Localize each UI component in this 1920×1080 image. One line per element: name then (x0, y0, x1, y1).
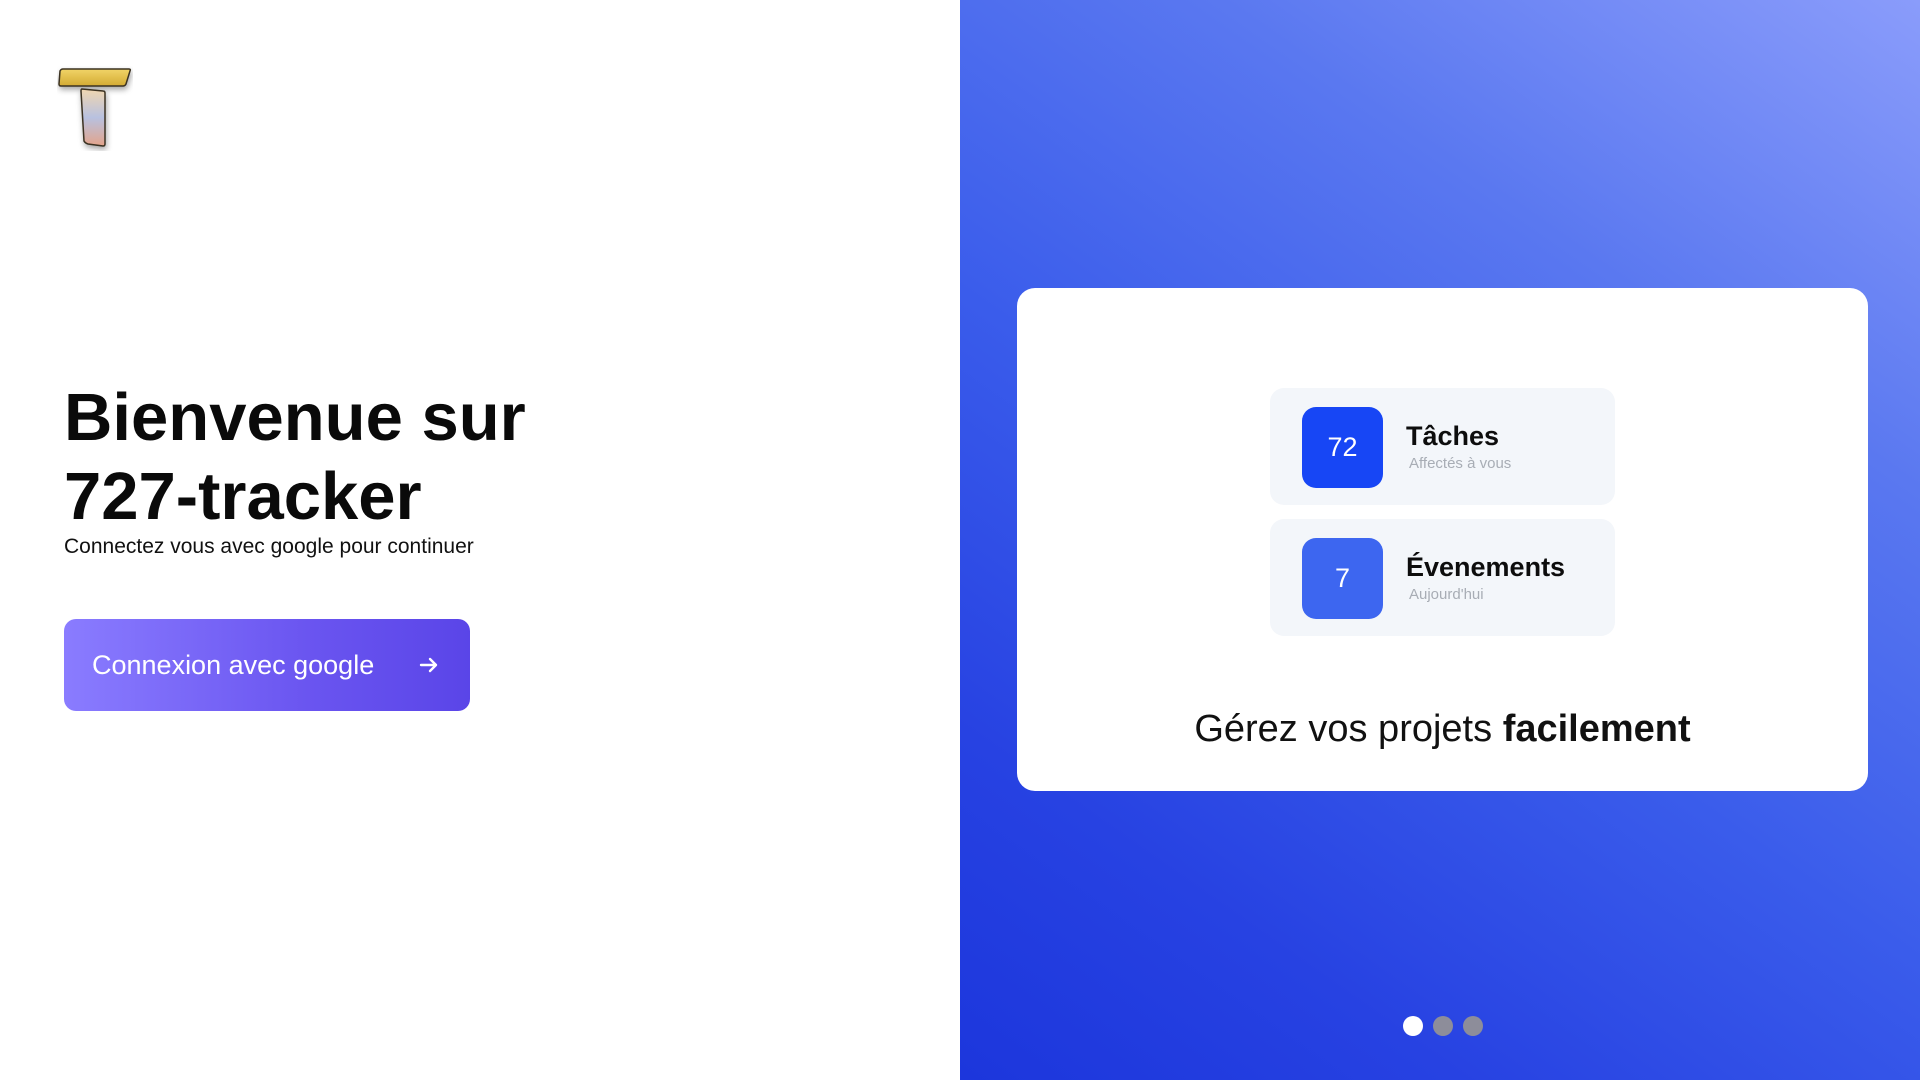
welcome-headline: Bienvenue sur 727-tracker (64, 378, 526, 536)
google-login-button[interactable]: Connexion avec google (64, 619, 470, 711)
stat-card-tasks: 72 Tâches Affectés à vous (1270, 388, 1615, 505)
stat-tasks-caption: Affectés à vous (1409, 455, 1512, 472)
carousel-dot-3[interactable] (1463, 1016, 1483, 1036)
stat-tasks-title: Tâches (1406, 421, 1500, 451)
showcase-tagline: Gérez vos projets facilement (1017, 708, 1868, 751)
stat-events-title: Évenements (1406, 552, 1566, 582)
google-login-button-label: Connexion avec google (92, 649, 375, 680)
login-panel: Bienvenue sur 727-tracker Connectez vous… (0, 0, 960, 1080)
showcase-panel: 72 Tâches Affectés à vous 7 Évenements A… (960, 0, 1920, 1080)
carousel-dot-2[interactable] (1433, 1016, 1453, 1036)
tagline-light-text: Gérez vos projets (1194, 708, 1493, 750)
carousel-dots (1403, 1016, 1483, 1036)
headline-line-1: Bienvenue sur (64, 380, 526, 455)
stat-events-caption: Aujourd'hui (1409, 586, 1484, 603)
stat-card-events: 7 Évenements Aujourd'hui (1270, 519, 1615, 636)
stat-tasks-value: 72 (1302, 407, 1383, 488)
login-page: Bienvenue sur 727-tracker Connectez vous… (0, 0, 1920, 1080)
welcome-subtitle: Connectez vous avec google pour continue… (64, 535, 474, 558)
showcase-card: 72 Tâches Affectés à vous 7 Évenements A… (1017, 288, 1868, 791)
t-letter-logo-icon (57, 66, 133, 151)
stat-events-value: 7 (1302, 538, 1383, 619)
arrow-right-icon (416, 652, 442, 678)
headline-line-2: 727-tracker (64, 459, 422, 534)
carousel-dot-1[interactable] (1403, 1016, 1423, 1036)
tagline-bold-text: facilement (1502, 708, 1691, 750)
